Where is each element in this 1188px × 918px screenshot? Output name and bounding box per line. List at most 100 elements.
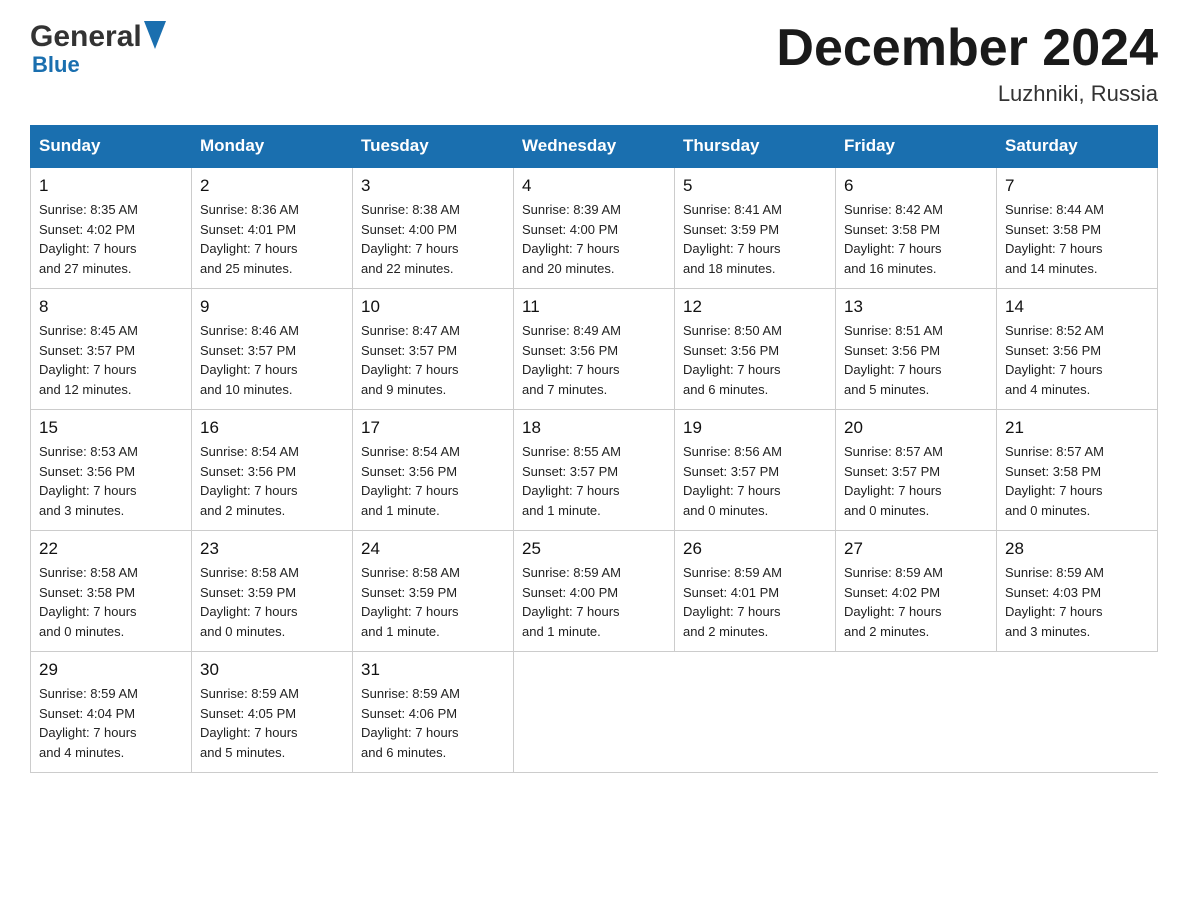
day-info: Sunrise: 8:42 AMSunset: 3:58 PMDaylight:… — [844, 200, 988, 278]
logo: General Blue — [30, 20, 166, 78]
calendar-week-row: 15 Sunrise: 8:53 AMSunset: 3:56 PMDayligh… — [31, 410, 1158, 531]
location: Luzhniki, Russia — [776, 81, 1158, 107]
logo-arrow-icon — [144, 21, 166, 54]
calendar-header-row: SundayMondayTuesdayWednesdayThursdayFrid… — [31, 126, 1158, 168]
day-info: Sunrise: 8:46 AMSunset: 3:57 PMDaylight:… — [200, 321, 344, 399]
calendar-cell: 28Sunrise: 8:59 AMSunset: 4:03 PMDayligh… — [997, 531, 1158, 652]
day-number: 19 — [683, 418, 827, 438]
day-info: Sunrise: 8:35 AMSunset: 4:02 PMDaylight:… — [39, 200, 183, 278]
day-number: 7 — [1005, 176, 1149, 196]
calendar-cell: 10 Sunrise: 8:47 AMSunset: 3:57 PMDayligh… — [353, 289, 514, 410]
day-info: Sunrise: 8:47 AMSunset: 3:57 PMDaylight:… — [361, 321, 505, 399]
day-number: 20 — [844, 418, 988, 438]
day-info: Sunrise: 8:59 AMSunset: 4:01 PMDaylight:… — [683, 563, 827, 641]
calendar-cell: 25 Sunrise: 8:59 AMSunset: 4:00 PMDayligh… — [514, 531, 675, 652]
month-title: December 2024 — [776, 20, 1158, 77]
calendar-cell: 21 Sunrise: 8:57 AMSunset: 3:58 PMDayligh… — [997, 410, 1158, 531]
day-info: Sunrise: 8:57 AMSunset: 3:57 PMDaylight:… — [844, 442, 988, 520]
calendar-cell: 29 Sunrise: 8:59 AMSunset: 4:04 PMDayligh… — [31, 652, 192, 773]
calendar-cell — [514, 652, 675, 773]
page-header: General Blue December 2024 Luzhniki, Rus… — [30, 20, 1158, 107]
day-number: 26 — [683, 539, 827, 559]
calendar-week-row: 8 Sunrise: 8:45 AMSunset: 3:57 PMDaylight… — [31, 289, 1158, 410]
day-number: 13 — [844, 297, 988, 317]
calendar-week-row: 1Sunrise: 8:35 AMSunset: 4:02 PMDaylight… — [31, 167, 1158, 289]
calendar-cell: 17 Sunrise: 8:54 AMSunset: 3:56 PMDayligh… — [353, 410, 514, 531]
day-info: Sunrise: 8:44 AMSunset: 3:58 PMDaylight:… — [1005, 200, 1149, 278]
day-number: 29 — [39, 660, 183, 680]
calendar-cell: 19 Sunrise: 8:56 AMSunset: 3:57 PMDayligh… — [675, 410, 836, 531]
day-info: Sunrise: 8:36 AMSunset: 4:01 PMDaylight:… — [200, 200, 344, 278]
calendar-cell: 14Sunrise: 8:52 AMSunset: 3:56 PMDayligh… — [997, 289, 1158, 410]
calendar-cell: 26 Sunrise: 8:59 AMSunset: 4:01 PMDayligh… — [675, 531, 836, 652]
calendar-cell: 15 Sunrise: 8:53 AMSunset: 3:56 PMDayligh… — [31, 410, 192, 531]
day-info: Sunrise: 8:53 AMSunset: 3:56 PMDaylight:… — [39, 442, 183, 520]
day-info: Sunrise: 8:39 AMSunset: 4:00 PMDaylight:… — [522, 200, 666, 278]
calendar-cell — [836, 652, 997, 773]
day-info: Sunrise: 8:59 AMSunset: 4:04 PMDaylight:… — [39, 684, 183, 762]
logo-blue-text: Blue — [32, 52, 80, 78]
day-info: Sunrise: 8:58 AMSunset: 3:59 PMDaylight:… — [361, 563, 505, 641]
day-number: 16 — [200, 418, 344, 438]
day-info: Sunrise: 8:59 AMSunset: 4:03 PMDaylight:… — [1005, 563, 1149, 641]
day-number: 17 — [361, 418, 505, 438]
header-day-saturday: Saturday — [997, 126, 1158, 168]
header-day-wednesday: Wednesday — [514, 126, 675, 168]
calendar-cell: 20 Sunrise: 8:57 AMSunset: 3:57 PMDayligh… — [836, 410, 997, 531]
day-info: Sunrise: 8:56 AMSunset: 3:57 PMDaylight:… — [683, 442, 827, 520]
calendar-table: SundayMondayTuesdayWednesdayThursdayFrid… — [30, 125, 1158, 773]
day-number: 15 — [39, 418, 183, 438]
day-info: Sunrise: 8:59 AMSunset: 4:05 PMDaylight:… — [200, 684, 344, 762]
day-number: 10 — [361, 297, 505, 317]
day-number: 31 — [361, 660, 505, 680]
day-info: Sunrise: 8:59 AMSunset: 4:06 PMDaylight:… — [361, 684, 505, 762]
day-info: Sunrise: 8:54 AMSunset: 3:56 PMDaylight:… — [361, 442, 505, 520]
calendar-cell — [997, 652, 1158, 773]
day-number: 11 — [522, 297, 666, 317]
day-info: Sunrise: 8:41 AMSunset: 3:59 PMDaylight:… — [683, 200, 827, 278]
calendar-cell: 12 Sunrise: 8:50 AMSunset: 3:56 PMDayligh… — [675, 289, 836, 410]
day-number: 3 — [361, 176, 505, 196]
calendar-cell: 6 Sunrise: 8:42 AMSunset: 3:58 PMDaylight… — [836, 167, 997, 289]
header-day-tuesday: Tuesday — [353, 126, 514, 168]
day-info: Sunrise: 8:38 AMSunset: 4:00 PMDaylight:… — [361, 200, 505, 278]
day-number: 8 — [39, 297, 183, 317]
day-number: 4 — [522, 176, 666, 196]
calendar-cell: 11Sunrise: 8:49 AMSunset: 3:56 PMDayligh… — [514, 289, 675, 410]
calendar-cell: 4 Sunrise: 8:39 AMSunset: 4:00 PMDaylight… — [514, 167, 675, 289]
calendar-week-row: 22 Sunrise: 8:58 AMSunset: 3:58 PMDayligh… — [31, 531, 1158, 652]
day-info: Sunrise: 8:45 AMSunset: 3:57 PMDaylight:… — [39, 321, 183, 399]
day-info: Sunrise: 8:54 AMSunset: 3:56 PMDaylight:… — [200, 442, 344, 520]
day-info: Sunrise: 8:50 AMSunset: 3:56 PMDaylight:… — [683, 321, 827, 399]
day-number: 5 — [683, 176, 827, 196]
day-number: 25 — [522, 539, 666, 559]
day-number: 27 — [844, 539, 988, 559]
calendar-cell: 27 Sunrise: 8:59 AMSunset: 4:02 PMDayligh… — [836, 531, 997, 652]
calendar-cell: 2Sunrise: 8:36 AMSunset: 4:01 PMDaylight… — [192, 167, 353, 289]
calendar-cell: 1Sunrise: 8:35 AMSunset: 4:02 PMDaylight… — [31, 167, 192, 289]
day-number: 22 — [39, 539, 183, 559]
calendar-cell: 9 Sunrise: 8:46 AMSunset: 3:57 PMDaylight… — [192, 289, 353, 410]
header-day-friday: Friday — [836, 126, 997, 168]
title-block: December 2024 Luzhniki, Russia — [776, 20, 1158, 107]
day-number: 12 — [683, 297, 827, 317]
calendar-cell: 7 Sunrise: 8:44 AMSunset: 3:58 PMDaylight… — [997, 167, 1158, 289]
day-info: Sunrise: 8:59 AMSunset: 4:02 PMDaylight:… — [844, 563, 988, 641]
header-day-sunday: Sunday — [31, 126, 192, 168]
day-info: Sunrise: 8:59 AMSunset: 4:00 PMDaylight:… — [522, 563, 666, 641]
day-number: 23 — [200, 539, 344, 559]
day-info: Sunrise: 8:58 AMSunset: 3:58 PMDaylight:… — [39, 563, 183, 641]
day-number: 9 — [200, 297, 344, 317]
day-number: 24 — [361, 539, 505, 559]
header-day-monday: Monday — [192, 126, 353, 168]
day-number: 14 — [1005, 297, 1149, 317]
day-number: 18 — [522, 418, 666, 438]
day-info: Sunrise: 8:58 AMSunset: 3:59 PMDaylight:… — [200, 563, 344, 641]
day-number: 21 — [1005, 418, 1149, 438]
calendar-cell — [675, 652, 836, 773]
day-info: Sunrise: 8:57 AMSunset: 3:58 PMDaylight:… — [1005, 442, 1149, 520]
day-number: 6 — [844, 176, 988, 196]
calendar-cell: 5 Sunrise: 8:41 AMSunset: 3:59 PMDaylight… — [675, 167, 836, 289]
calendar-cell: 18Sunrise: 8:55 AMSunset: 3:57 PMDayligh… — [514, 410, 675, 531]
calendar-cell: 3 Sunrise: 8:38 AMSunset: 4:00 PMDaylight… — [353, 167, 514, 289]
